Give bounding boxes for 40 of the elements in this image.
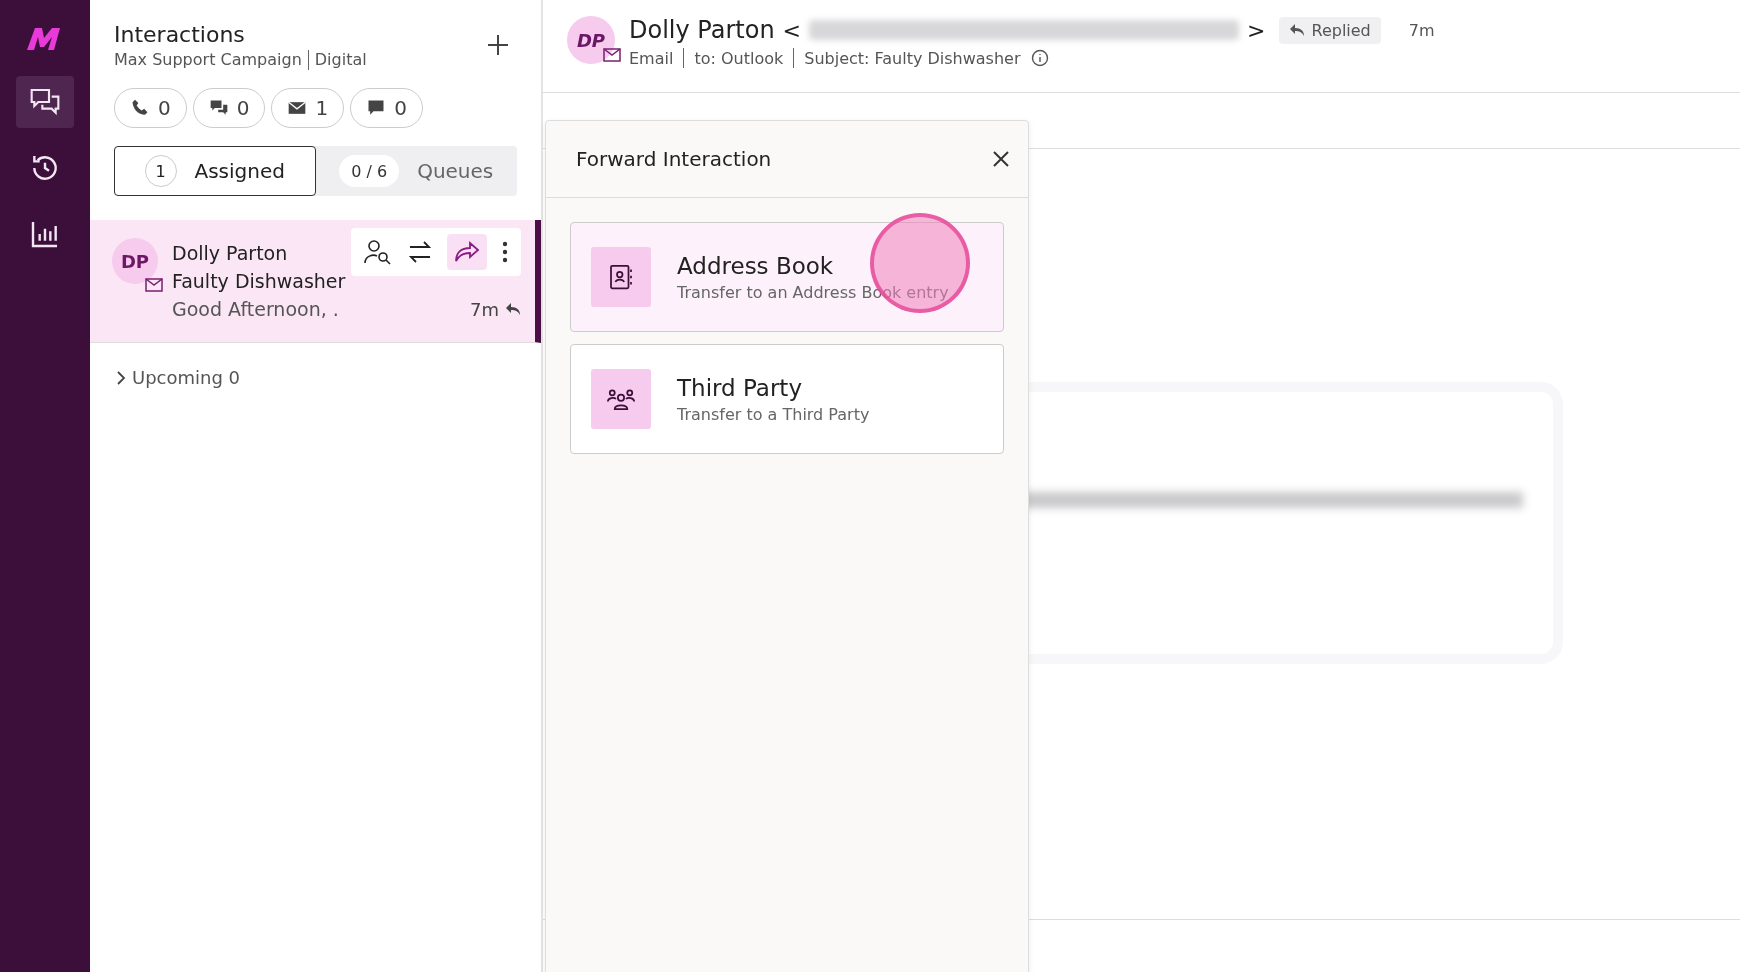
queues-tab[interactable]: 0 / 6 Queues — [315, 146, 517, 196]
replied-badge: Replied — [1279, 16, 1381, 44]
close-icon[interactable] — [992, 150, 1010, 168]
assigned-tab[interactable]: 1 Assigned — [114, 146, 316, 196]
email-icon — [603, 48, 621, 62]
phone-icon — [130, 98, 150, 118]
message-count-chip[interactable]: 0 — [350, 88, 423, 128]
recipient-text: to: Outlook — [694, 48, 784, 68]
info-icon[interactable] — [1030, 49, 1049, 67]
swap-icon[interactable] — [407, 239, 433, 265]
subject-text: Subject: Faulty Dishwasher — [804, 48, 1021, 68]
more-icon[interactable] — [501, 240, 509, 264]
contact-name: Dolly Parton — [629, 16, 775, 44]
phone-count-chip[interactable]: 0 — [114, 88, 187, 128]
chat-count-chip[interactable]: 0 — [192, 88, 266, 128]
dialog-title: Forward Interaction — [576, 147, 772, 171]
forward-icon[interactable] — [447, 234, 487, 270]
campaign-text: Max Support Campaign — [114, 50, 302, 70]
email-icon — [145, 278, 163, 292]
preview-text: Good Afternoon, . — [172, 298, 340, 320]
upcoming-toggle[interactable]: Upcoming 0 — [90, 343, 541, 412]
people-icon — [591, 369, 651, 429]
mail-count-chip[interactable]: 1 — [271, 88, 345, 128]
channel-text: Digital — [314, 50, 367, 70]
contact-name: Dolly Parton — [172, 242, 288, 264]
avatar: DP — [112, 238, 158, 284]
bracket-text: > — [1247, 17, 1266, 43]
bracket-text: < — [782, 17, 802, 43]
chevron-icon — [114, 369, 128, 386]
reply-icon — [505, 302, 521, 316]
panel-title: Interactions — [114, 22, 246, 47]
forward-option[interactable]: Third Party Transfer to a Third Party — [570, 344, 1004, 454]
chat-nav-icon[interactable] — [16, 76, 74, 128]
time-text: 7m — [1408, 20, 1435, 40]
user-search-icon[interactable] — [363, 238, 393, 266]
subject-text: Faulty Dishwasher — [172, 270, 346, 292]
interaction-item[interactable]: DP Dolly Parton Faulty Dishwasher Good Afternoon, . 7m — [90, 220, 541, 343]
address-book-icon — [591, 247, 651, 307]
channel-text: Email — [629, 48, 674, 68]
time-text: 7m — [470, 298, 499, 320]
